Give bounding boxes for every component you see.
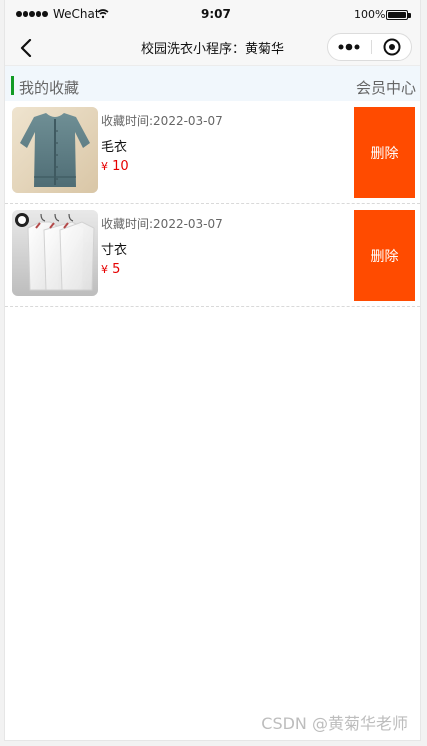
page-title: 校园洗衣小程序：黄菊华 <box>140 42 284 57</box>
sweater-image[interactable] <box>12 107 98 193</box>
item-name: 寸衣 <box>101 243 128 258</box>
page-frame: WeChat 9:07 100% 校园洗衣小程序：黄菊华 我的收藏 会员中心 收… <box>0 0 427 746</box>
carrier-label: WeChat <box>53 7 100 21</box>
signal-icon <box>16 11 48 17</box>
item-price: ¥ 5 <box>101 262 351 277</box>
member-center-link[interactable]: 会员中心 <box>356 77 416 98</box>
shirts-image[interactable] <box>12 210 98 296</box>
battery-icon <box>386 10 411 20</box>
phone-screen: WeChat 9:07 100% 校园洗衣小程序：黄菊华 我的收藏 会员中心 收… <box>5 0 420 740</box>
list-item[interactable]: 收藏时间:2022-03-07 毛衣 ¥ 10 删除 <box>5 101 420 204</box>
header-accent-bar <box>11 76 14 95</box>
close-icon[interactable] <box>372 34 411 60</box>
favorite-time: 收藏时间:2022-03-07 <box>101 217 223 231</box>
delete-button[interactable]: 删除 <box>354 107 415 198</box>
wifi-icon <box>97 9 109 19</box>
price-value: 5 <box>112 262 121 277</box>
favorites-title: 我的收藏 <box>19 79 80 97</box>
battery-percent: 100% <box>354 8 386 21</box>
price-value: 10 <box>112 159 129 174</box>
nav-bar: 校园洗衣小程序：黄菊华 <box>5 30 420 66</box>
item-price: ¥ 10 <box>101 159 351 174</box>
list-item[interactable]: 收藏时间:2022-03-07 寸衣 ¥ 5 删除 <box>5 204 420 307</box>
status-time: 9:07 <box>201 7 231 21</box>
favorites-list: 收藏时间:2022-03-07 毛衣 ¥ 10 删除 收藏时间:2022-03-… <box>5 101 420 307</box>
currency-symbol: ¥ <box>101 160 108 173</box>
item-meta: 收藏时间:2022-03-07 毛衣 ¥ 10 <box>101 112 351 174</box>
capsule-menu <box>327 33 412 61</box>
favorites-header: 我的收藏 会员中心 <box>5 66 420 101</box>
back-arrow-icon[interactable] <box>15 37 37 59</box>
currency-symbol: ¥ <box>101 263 108 276</box>
item-meta: 收藏时间:2022-03-07 寸衣 ¥ 5 <box>101 215 351 277</box>
favorite-time: 收藏时间:2022-03-07 <box>101 114 223 128</box>
delete-button[interactable]: 删除 <box>354 210 415 301</box>
status-bar: WeChat 9:07 100% <box>5 0 420 30</box>
watermark-text: CSDN @黄菊华老师 <box>261 714 408 733</box>
more-icon[interactable] <box>328 34 370 60</box>
item-name: 毛衣 <box>101 140 128 155</box>
